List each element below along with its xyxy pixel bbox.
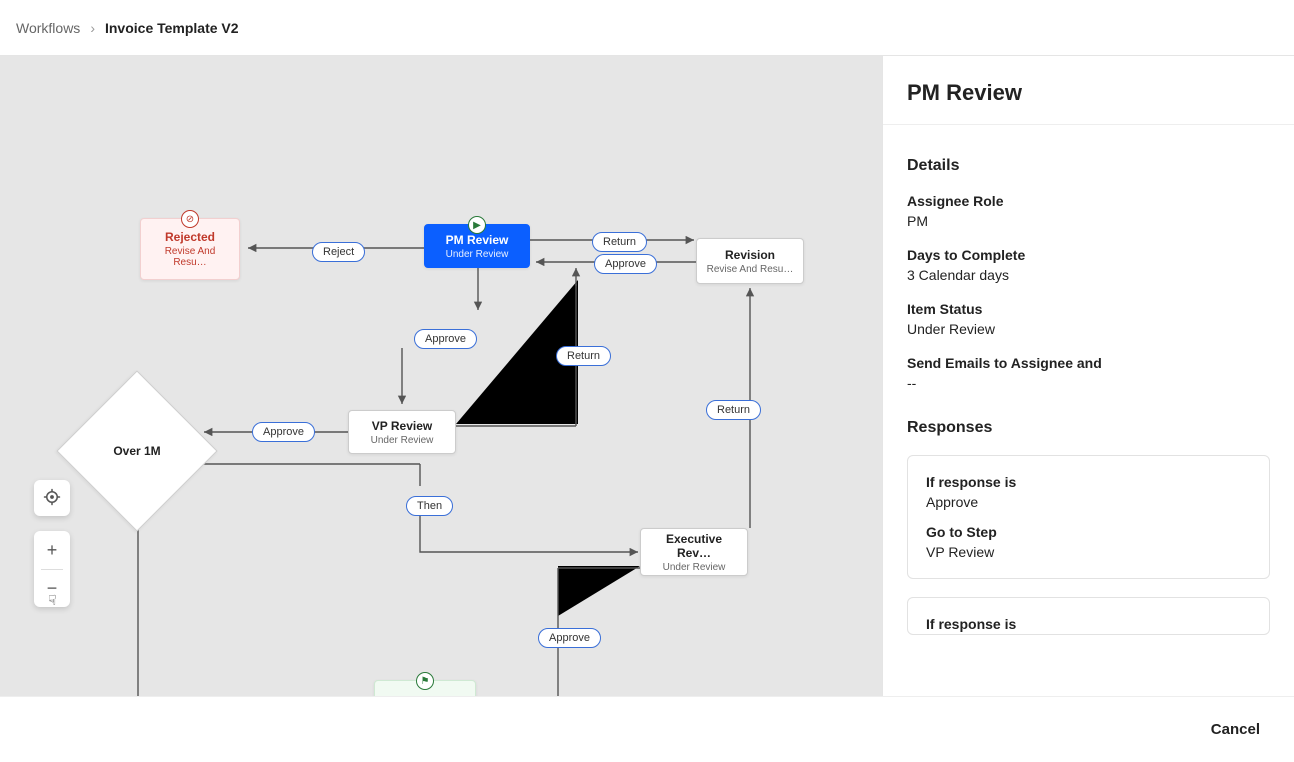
edge-label-approve[interactable]: Approve	[594, 254, 657, 274]
response-if-value: Approve	[926, 494, 1251, 510]
node-rejected[interactable]: ⊘ Rejected Revise And Resu…	[140, 218, 240, 280]
panel-header: PM Review	[883, 56, 1294, 125]
days-to-complete-value: 3 Calendar days	[907, 267, 1270, 283]
details-heading: Details	[907, 157, 1270, 175]
response-card[interactable]: If response is	[907, 597, 1270, 635]
item-status-label: Item Status	[907, 301, 1270, 317]
assignee-role-label: Assignee Role	[907, 193, 1270, 209]
zoom-in-button[interactable]: +	[34, 531, 70, 569]
decision-label: Over 1M	[81, 395, 193, 507]
response-if-label: If response is	[926, 616, 1251, 632]
footer: Cancel	[0, 696, 1294, 762]
assignee-role-value: PM	[907, 213, 1270, 229]
node-executive-review[interactable]: Executive Rev… Under Review	[640, 528, 748, 576]
node-title: Revision	[725, 248, 775, 262]
edge-label-then[interactable]: Then	[406, 496, 453, 516]
send-emails-value: --	[907, 375, 1270, 391]
node-subtitle: Under Review	[446, 249, 509, 260]
recenter-button[interactable]	[34, 480, 70, 516]
item-status-value: Under Review	[907, 321, 1270, 337]
edge-label-reject[interactable]: Reject	[312, 242, 365, 262]
edge-label-return[interactable]: Return	[592, 232, 647, 252]
response-if-label: If response is	[926, 474, 1251, 490]
response-goto-label: Go to Step	[926, 524, 1251, 540]
node-subtitle: Revise And Resu…	[149, 246, 231, 268]
edge-label-return[interactable]: Return	[706, 400, 761, 420]
node-revision[interactable]: Revision Revise And Resu…	[696, 238, 804, 284]
response-goto-value: VP Review	[926, 544, 1251, 560]
edge-label-approve[interactable]: Approve	[252, 422, 315, 442]
response-card[interactable]: If response is Approve Go to Step VP Rev…	[907, 455, 1270, 579]
decision-over-1m[interactable]: Over 1M	[56, 370, 217, 531]
node-title: PM Review	[446, 233, 509, 247]
node-subtitle: Revise And Resu…	[707, 264, 794, 275]
plus-icon: +	[47, 541, 58, 559]
node-approved[interactable]: ⚑ Approved Approved	[374, 680, 476, 696]
breadcrumb-current: Invoice Template V2	[105, 20, 239, 36]
node-title: Rejected	[165, 230, 215, 244]
send-emails-label: Send Emails to Assignee and	[907, 355, 1270, 371]
zoom-out-button[interactable]: −	[34, 570, 70, 608]
node-subtitle: Under Review	[663, 562, 726, 573]
days-to-complete-label: Days to Complete	[907, 247, 1270, 263]
details-panel: PM Review Details Assignee Role PM Days …	[882, 56, 1294, 696]
node-title: Executive Rev…	[649, 532, 739, 560]
panel-title: PM Review	[907, 80, 1270, 106]
responses-heading: Responses	[907, 419, 1270, 437]
zoom-controls: + −	[34, 531, 70, 607]
node-subtitle: Under Review	[371, 435, 434, 446]
workflow-canvas[interactable]: ⊘ Rejected Revise And Resu… ▶ PM Review …	[0, 56, 882, 696]
edge-label-approve[interactable]: Approve	[538, 628, 601, 648]
breadcrumb-root[interactable]: Workflows	[16, 20, 80, 36]
node-title: VP Review	[372, 419, 432, 433]
node-pm-review[interactable]: ▶ PM Review Under Review	[424, 224, 530, 268]
play-icon: ▶	[468, 216, 486, 234]
breadcrumb: Workflows › Invoice Template V2	[0, 0, 1294, 56]
edge-label-approve[interactable]: Approve	[414, 329, 477, 349]
edge-label-return[interactable]: Return	[556, 346, 611, 366]
node-vp-review[interactable]: VP Review Under Review	[348, 410, 456, 454]
flag-icon: ⚑	[416, 672, 434, 690]
cancel-icon: ⊘	[181, 210, 199, 228]
minus-icon: −	[47, 579, 58, 597]
cancel-button[interactable]: Cancel	[1205, 720, 1266, 739]
chevron-right-icon: ›	[90, 20, 95, 36]
crosshair-icon	[43, 488, 61, 509]
